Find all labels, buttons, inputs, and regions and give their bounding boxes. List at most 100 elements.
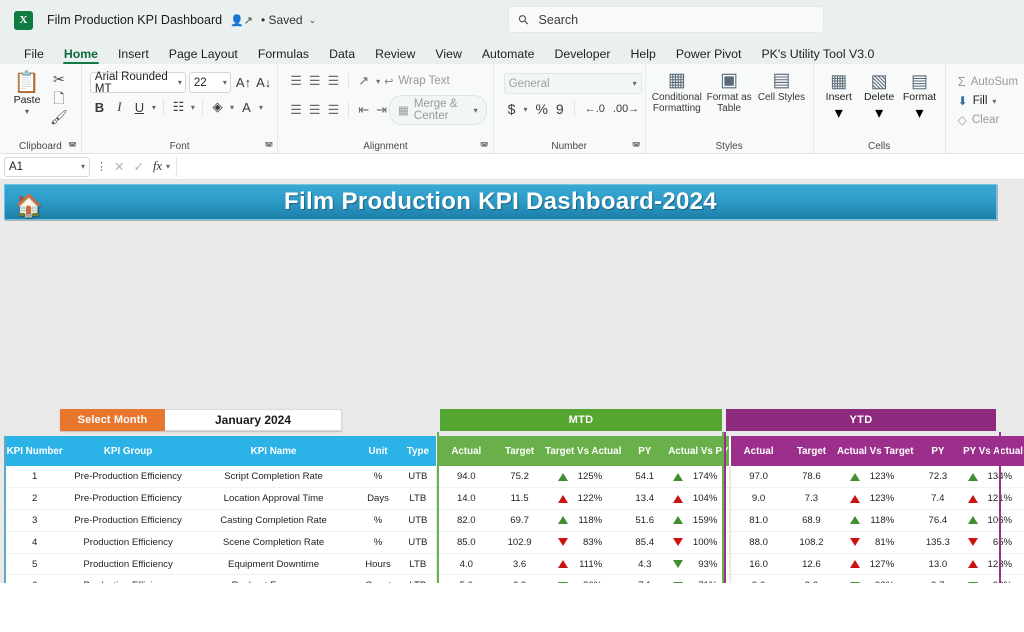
tab-file[interactable]: File (14, 47, 54, 64)
autosum-button[interactable]: Σ AutoSum (958, 74, 1018, 89)
wrap-text-button[interactable]: Wrap Text (398, 75, 449, 87)
tab-power-pivot[interactable]: Power Pivot (666, 47, 752, 64)
chevron-down-icon[interactable]: ⌄ (309, 15, 317, 26)
align-right-icon[interactable]: ☰ (328, 102, 340, 118)
chevron-down-icon[interactable]: ▾ (875, 103, 883, 123)
tab-pk-utility-tool[interactable]: PK's Utility Tool V3.0 (751, 47, 884, 64)
italic-button[interactable]: I (112, 99, 127, 115)
table-row[interactable]: 6Production EfficiencyReshoot FrequencyC… (4, 574, 1024, 583)
align-left-icon[interactable]: ☰ (290, 102, 302, 118)
align-center-icon[interactable]: ☰ (309, 102, 321, 118)
fx-icon[interactable]: fx (153, 159, 162, 174)
check-icon[interactable]: ✓ (133, 159, 143, 174)
chevron-down-icon[interactable]: ▾ (835, 103, 843, 123)
cell-ytd-actual: 81.0 (731, 509, 786, 532)
number-dialog-launcher[interactable]: ◚ (632, 141, 641, 152)
decrease-indent-icon[interactable]: ⇤ (358, 102, 369, 118)
currency-format-button[interactable]: $ (508, 101, 516, 117)
chevron-down-icon[interactable]: ▾ (915, 103, 923, 123)
chevron-down-icon[interactable]: ▾ (191, 103, 195, 112)
name-box[interactable]: A1 ▾ (4, 156, 90, 177)
cut-icon[interactable]: ✂ (53, 72, 65, 87)
group-label-font: Font (169, 141, 190, 152)
slicer-value[interactable]: January 2024 (165, 409, 342, 431)
document-title[interactable]: Film Production KPI Dashboard (47, 13, 222, 27)
table-row[interactable]: 5 Production Efficiency Equipment Downtime… (4, 553, 1024, 576)
search-input[interactable]: ⚲ Search (508, 6, 824, 33)
cell-mtd-actual-vs-py: 100% (668, 531, 729, 554)
name-box-more-icon[interactable]: ⋮ (96, 160, 108, 173)
chevron-down-icon[interactable]: ▾ (230, 103, 234, 112)
bold-button[interactable]: B (92, 100, 107, 115)
align-bottom-icon[interactable]: ☰ (328, 73, 340, 89)
delete-cells-button[interactable]: ▧ Delete ▾ (860, 68, 898, 123)
chevron-down-icon[interactable]: ▾ (166, 162, 170, 171)
clipboard-dialog-launcher[interactable]: ◚ (68, 141, 77, 152)
decrease-font-size-button[interactable]: A↓ (256, 75, 271, 90)
decrease-decimal-icon[interactable]: .00→ (613, 103, 639, 115)
tab-insert[interactable]: Insert (108, 47, 159, 64)
format-painter-icon[interactable]: 🖌 (50, 110, 68, 125)
triangle-up-icon (558, 494, 569, 503)
font-color-icon[interactable]: A (239, 100, 254, 115)
person-share-icon[interactable]: 👤↗ (230, 14, 253, 27)
fill-button[interactable]: ⬇ Fill ▾ (958, 94, 1018, 108)
table-row[interactable]: 3 Pre-Production Efficiency Casting Comple… (4, 509, 1024, 532)
chevron-down-icon[interactable]: ▾ (81, 162, 85, 171)
align-top-icon[interactable]: ☰ (290, 73, 302, 89)
cell-mtd-actual: 5.0 (438, 574, 495, 583)
increase-font-size-button[interactable]: A↑ (236, 75, 251, 90)
borders-icon[interactable]: ☷ (171, 99, 186, 115)
align-middle-icon[interactable]: ☰ (309, 73, 321, 89)
cell-styles-button[interactable]: ▤ Cell Styles (756, 68, 806, 104)
orientation-icon[interactable]: ↗ (358, 73, 369, 89)
tab-review[interactable]: Review (365, 47, 425, 64)
copy-icon[interactable]: 🗋 (53, 91, 64, 106)
tab-page-layout[interactable]: Page Layout (159, 47, 248, 64)
close-icon[interactable]: ✕ (114, 159, 124, 174)
fill-color-icon[interactable]: ◈ (210, 99, 225, 115)
font-size-input[interactable]: 22 ▾ (188, 72, 231, 93)
tab-view[interactable]: View (425, 47, 471, 64)
tab-home[interactable]: Home (54, 47, 108, 64)
clear-button[interactable]: ◇ Clear (958, 113, 1018, 127)
alignment-dialog-launcher[interactable]: ◚ (480, 141, 489, 152)
chevron-down-icon[interactable]: ▾ (992, 97, 996, 106)
paste-button[interactable]: 📋 Paste ▾ (6, 68, 48, 116)
comma-format-button[interactable]: 9 (556, 101, 564, 117)
insert-cells-button[interactable]: ▦ Insert ▾ (820, 68, 858, 123)
chevron-down-icon[interactable]: ▾ (523, 105, 527, 114)
increase-decimal-icon[interactable]: ←.0 (585, 103, 605, 115)
tab-automate[interactable]: Automate (472, 47, 545, 64)
tab-help[interactable]: Help (621, 47, 666, 64)
chevron-down-icon[interactable]: ▾ (633, 79, 637, 88)
chevron-down-icon[interactable]: ▾ (376, 77, 380, 86)
increase-indent-icon[interactable]: ⇥ (376, 102, 387, 118)
percent-format-button[interactable]: % (535, 101, 547, 117)
merge-and-center-button[interactable]: ▦ Merge & Center ▾ (389, 95, 487, 125)
conditional-formatting-button[interactable]: ▦ Conditional Formatting (652, 68, 702, 115)
col-ytd-actual: Actual (731, 436, 786, 466)
chevron-down-icon[interactable]: ▾ (474, 106, 478, 115)
underline-button[interactable]: U (132, 100, 147, 115)
font-name-input[interactable]: Arial Rounded MT ▾ (89, 71, 186, 95)
tab-data[interactable]: Data (319, 47, 365, 64)
format-cells-button[interactable]: ▤ Format ▾ (900, 68, 938, 123)
chevron-down-icon[interactable]: ▾ (25, 108, 29, 116)
table-row[interactable]: 1 Pre-Production Efficiency Script Complet… (4, 466, 1024, 489)
table-row[interactable]: 4 Production Efficiency Scene Completion R… (4, 531, 1024, 554)
chevron-down-icon[interactable]: ▾ (178, 78, 182, 87)
format-as-table-button[interactable]: ▣ Format as Table (704, 68, 754, 115)
chevron-down-icon[interactable]: ▾ (259, 103, 263, 112)
month-slicer[interactable]: Select Month January 2024 (60, 409, 342, 431)
formula-input[interactable] (176, 156, 1024, 177)
tab-developer[interactable]: Developer (544, 47, 620, 64)
font-dialog-launcher[interactable]: ◚ (265, 141, 274, 152)
number-format-select[interactable]: General ▾ (503, 73, 642, 94)
tab-formulas[interactable]: Formulas (248, 47, 319, 64)
table-row[interactable]: 2 Pre-Production Efficiency Location Appro… (4, 487, 1024, 511)
chevron-down-icon[interactable]: ▾ (223, 78, 227, 87)
home-icon[interactable]: 🏠 (15, 193, 42, 219)
cell-kpi-group: Production Efficiency (65, 531, 191, 554)
chevron-down-icon[interactable]: ▾ (152, 103, 156, 112)
